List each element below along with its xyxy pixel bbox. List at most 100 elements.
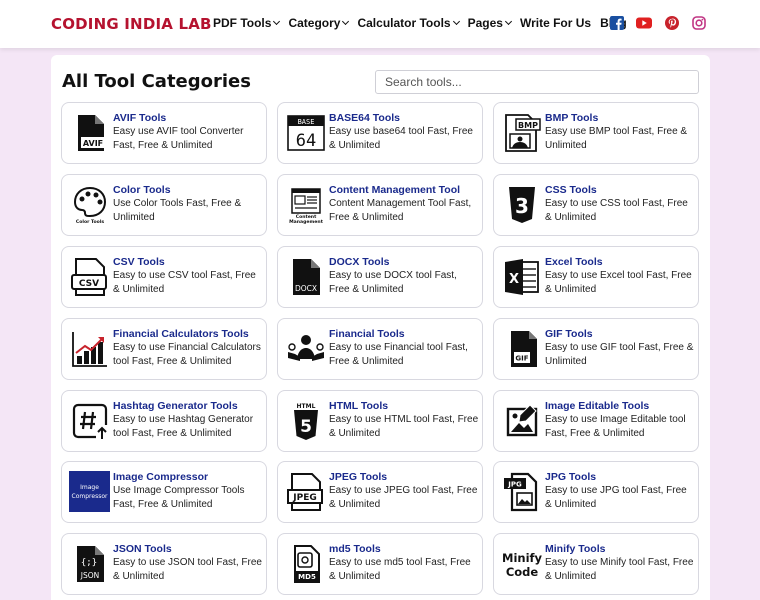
jpeg-file-icon: JPEG (286, 472, 326, 512)
svg-text:JSON: JSON (80, 571, 100, 580)
card-description: Easy to use DOCX tool Fast, Free & Unlim… (329, 270, 457, 295)
category-card-financial-calculators[interactable]: Financial Calculators Tools Easy to use … (61, 318, 267, 380)
card-description: Easy use BMP tool Fast, Free & Unlimited (545, 126, 688, 151)
category-card-excel[interactable]: X Excel Tools Easy to use Excel tool Fas… (493, 246, 699, 308)
card-description: Easy to use JPEG tool Fast, Free & Unlim… (329, 485, 478, 510)
svg-text:3: 3 (515, 194, 529, 218)
category-card-html[interactable]: HTML 5 HTML Tools Easy to use HTML tool … (277, 390, 483, 452)
nav-item-write-for-us[interactable]: Write For Us (520, 16, 591, 30)
card-description: Use Image Compressor Tools Fast, Free & … (113, 485, 245, 510)
base64-icon: BASE 64 (286, 113, 326, 153)
card-title: Hashtag Generator Tools (113, 400, 238, 412)
chevron-down-icon (504, 17, 512, 26)
category-card-color[interactable]: Color Tools Color Tools Use Color Tools … (61, 174, 267, 236)
card-title: JPEG Tools (329, 471, 388, 483)
svg-text:BMP: BMP (518, 121, 538, 130)
svg-text:JPG: JPG (507, 481, 522, 489)
card-title: DOCX Tools (329, 256, 390, 268)
nav-item-pdf-tools[interactable]: PDF Tools (213, 16, 281, 30)
image-compressor-icon: Image Compressor (69, 471, 110, 512)
css3-icon: 3 (502, 185, 542, 225)
svg-text:64: 64 (296, 131, 316, 151)
card-description: Easy to use Image Editable tool Fast, Fr… (545, 414, 686, 439)
card-description: Easy to use md5 tool Fast, Free & Unlimi… (329, 557, 471, 582)
category-card-image-editable[interactable]: Image Editable Tools Easy to use Image E… (493, 390, 699, 452)
card-description: Easy to use HTML tool Fast, Free & Unlim… (329, 414, 479, 439)
category-card-json[interactable]: {;} JSON JSON Tools Easy to use JSON too… (61, 533, 267, 595)
card-description: Easy to use CSV tool Fast, Free & Unlimi… (113, 270, 256, 295)
svg-text:CSV: CSV (79, 279, 99, 289)
growth-chart-icon (70, 329, 110, 369)
nav-label: Calculator Tools (357, 16, 451, 30)
minify-code-icon: Minify Code (502, 544, 542, 584)
category-card-hashtag-generator[interactable]: Hashtag Generator Tools Easy to use Hash… (61, 390, 267, 452)
nav-label: Write For Us (519, 16, 592, 30)
finance-hand-icon (286, 329, 326, 369)
category-card-md5[interactable]: MD5 md5 Tools Easy to use md5 tool Fast,… (277, 533, 483, 595)
svg-text:HTML: HTML (297, 403, 316, 410)
nav-item-pages[interactable]: Pages (467, 16, 512, 30)
svg-text:MD5: MD5 (298, 573, 316, 581)
category-card-css[interactable]: 3 CSS Tools Easy to use CSS tool Fast, F… (493, 174, 699, 236)
nav-item-calculator-tools[interactable]: Calculator Tools (357, 16, 460, 30)
csv-file-icon: CSV (70, 257, 110, 297)
svg-text:DOCX: DOCX (295, 284, 317, 293)
category-card-jpeg[interactable]: JPEG JPEG Tools Easy to use JPEG tool Fa… (277, 461, 483, 523)
html5-icon: HTML 5 (286, 401, 326, 441)
card-title: Excel Tools (545, 256, 603, 268)
card-description: Easy to use Minify tool Fast, Free & Unl… (545, 557, 694, 582)
card-description: Content Management Tool Fast, Free & Unl… (329, 198, 472, 223)
search-input[interactable] (375, 70, 699, 94)
instagram-icon[interactable] (692, 16, 706, 30)
main-nav: PDF Tools Category Calculator Tools Page… (213, 16, 636, 30)
card-description: Easy to use Financial Calculators tool F… (113, 342, 261, 367)
category-card-csv[interactable]: CSV CSV Tools Easy to use CSV tool Fast,… (61, 246, 267, 308)
category-card-financial[interactable]: Financial Tools Easy to use Financial to… (277, 318, 483, 380)
svg-text:X: X (509, 272, 519, 287)
site-logo[interactable]: CODING INDIA LAB (51, 15, 212, 33)
bmp-file-icon: BMP (502, 113, 542, 153)
svg-text:Compressor: Compressor (72, 493, 108, 500)
chevron-down-icon (452, 17, 460, 26)
card-description: Easy to use GIF tool Fast, Free & Unlimi… (545, 342, 694, 367)
card-title: BMP Tools (545, 112, 599, 124)
card-title: Financial Tools (329, 328, 405, 340)
category-card-base64[interactable]: BASE 64 BASE64 Tools Easy use base64 too… (277, 102, 483, 164)
card-description: Easy to use Hashtag Generator tool Fast,… (113, 414, 254, 439)
category-card-minify[interactable]: Minify Code Minify Tools Easy to use Min… (493, 533, 699, 595)
card-title: BASE64 Tools (329, 112, 400, 124)
svg-text:Minify: Minify (502, 551, 542, 565)
docx-file-icon: DOCX (286, 257, 326, 297)
category-card-avif[interactable]: AVIF AVIF Tools Easy use AVIF tool Conve… (61, 102, 267, 164)
pinterest-icon[interactable] (665, 16, 679, 30)
chevron-down-icon (273, 17, 281, 26)
card-title: Minify Tools (545, 543, 606, 555)
category-card-jpg[interactable]: JPG JPG Tools Easy to use JPG tool Fast,… (493, 461, 699, 523)
svg-text:Color Tools: Color Tools (76, 219, 105, 225)
card-description: Easy to use Excel tool Fast, Free & Unli… (545, 270, 692, 295)
card-title: md5 Tools (329, 543, 381, 555)
category-card-gif[interactable]: GIF GIF Tools Easy to use GIF tool Fast,… (493, 318, 699, 380)
card-description: Easy use AVIF tool Converter Fast, Free … (113, 126, 244, 151)
card-description: Easy use base64 tool Fast, Free & Unlimi… (329, 126, 473, 151)
youtube-icon[interactable] (636, 16, 652, 30)
nav-item-category[interactable]: Category (288, 16, 350, 30)
category-card-image-compressor[interactable]: Image Compressor Image Compressor Use Im… (61, 461, 267, 523)
category-card-bmp[interactable]: BMP BMP Tools Easy use BMP tool Fast, Fr… (493, 102, 699, 164)
svg-text:JPEG: JPEG (292, 493, 316, 503)
card-title: Image Compressor (113, 471, 209, 483)
color-palette-icon: Color Tools (70, 185, 110, 225)
svg-text:BASE: BASE (298, 118, 315, 126)
category-card-content-management[interactable]: Content Management Content Management To… (277, 174, 483, 236)
jpg-file-icon: JPG (502, 472, 542, 512)
card-title: Content Management Tool (329, 184, 461, 196)
chevron-down-icon (342, 17, 350, 26)
svg-text:5: 5 (300, 417, 312, 437)
facebook-icon[interactable] (610, 16, 624, 30)
card-title: Image Editable Tools (545, 400, 650, 412)
nav-label: PDF Tools (213, 16, 272, 30)
category-card-docx[interactable]: DOCX DOCX Tools Easy to use DOCX tool Fa… (277, 246, 483, 308)
svg-text:AVIF: AVIF (83, 139, 103, 148)
nav-label: Pages (467, 16, 503, 30)
svg-text:GIF: GIF (515, 355, 528, 363)
